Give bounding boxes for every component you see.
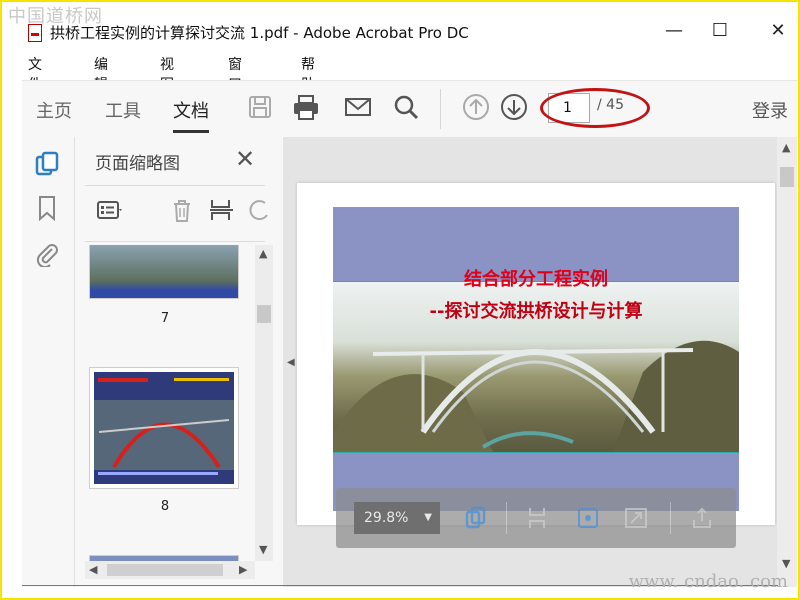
scroll-down-icon[interactable]: ▼ xyxy=(259,543,267,556)
scroll-up-icon[interactable]: ▲ xyxy=(782,141,790,154)
panel-divider-2 xyxy=(85,241,265,242)
maximize-button[interactable]: ☐ xyxy=(700,18,740,44)
panel-close-button[interactable]: ✕ xyxy=(235,145,255,173)
zoom-select[interactable]: 29.8% ▼ xyxy=(354,502,440,534)
search-icon[interactable] xyxy=(392,93,420,121)
pdf-page: 结合部分工程实例 --探讨交流拱桥设计与计算 xyxy=(297,183,775,525)
floating-toolbar: 29.8% ▼ xyxy=(336,488,736,548)
login-button[interactable]: 登录 xyxy=(752,97,788,123)
fit-page-icon[interactable] xyxy=(576,506,600,530)
scrollbar-thumb[interactable] xyxy=(780,167,794,187)
tab-tools[interactable]: 工具 xyxy=(105,97,141,123)
page-thumbnail[interactable] xyxy=(89,367,239,489)
document-vertical-scrollbar[interactable]: ▲ ▼ xyxy=(777,137,797,587)
thumbnail-options-icon[interactable] xyxy=(97,197,123,223)
select-tool-icon[interactable] xyxy=(464,506,488,530)
scroll-mode-icon[interactable] xyxy=(526,506,550,530)
scroll-down-icon[interactable]: ▼ xyxy=(782,557,790,570)
thumbnail-vertical-scrollbar[interactable]: ▲ ▼ xyxy=(255,245,273,561)
chevron-down-icon: ▼ xyxy=(424,512,432,523)
insert-page-icon[interactable] xyxy=(209,197,235,223)
rotate-page-icon[interactable] xyxy=(247,197,273,223)
window-title: 拱桥工程实例的计算探讨交流 1.pdf - Adobe Acrobat Pro … xyxy=(50,24,469,42)
toolbar-separator xyxy=(506,502,507,534)
slide-subtitle: --探讨交流拱桥设计与计算 xyxy=(429,301,643,322)
bookmark-icon[interactable] xyxy=(34,195,60,221)
thumbnail-image xyxy=(94,372,234,484)
title-bar: 拱桥工程实例的计算探讨交流 1.pdf - Adobe Acrobat Pro … xyxy=(2,2,798,48)
close-button[interactable]: ✕ xyxy=(758,18,798,44)
print-icon[interactable] xyxy=(292,93,320,121)
toolbar-separator xyxy=(670,502,671,534)
page-down-icon[interactable] xyxy=(500,93,528,121)
page-thumbnail-label: 8 xyxy=(160,499,170,514)
scrollbar-thumb[interactable] xyxy=(107,564,223,576)
tab-home[interactable]: 主页 xyxy=(36,97,72,123)
panel-divider xyxy=(85,185,265,186)
slide-title: 结合部分工程实例 xyxy=(464,269,608,290)
attachment-icon[interactable] xyxy=(34,241,60,267)
app-window: 中国道桥网 拱桥工程实例的计算探讨交流 1.pdf - Adobe Acroba… xyxy=(0,0,800,600)
zoom-value: 29.8% xyxy=(364,510,409,526)
thumbnail-list: 7 8 xyxy=(75,245,255,565)
page-thumbnail[interactable] xyxy=(89,245,239,299)
page-thumbnail-label: 7 xyxy=(160,311,170,326)
save-icon[interactable] xyxy=(246,93,274,121)
tab-document[interactable]: 文档 xyxy=(173,97,209,133)
left-navigation-bar xyxy=(22,137,74,587)
scroll-right-icon[interactable]: ▶ xyxy=(239,563,247,576)
email-icon[interactable] xyxy=(344,93,372,121)
share-icon[interactable] xyxy=(690,506,714,530)
scrollbar-thumb[interactable] xyxy=(257,305,271,323)
page-up-icon[interactable] xyxy=(462,93,490,121)
watermark-bottom: www. cndao. com xyxy=(628,571,788,592)
scroll-up-icon[interactable]: ▲ xyxy=(259,247,267,260)
scroll-left-icon[interactable]: ◀ xyxy=(89,563,97,576)
toolbar-separator xyxy=(440,89,441,129)
page-thumbnails-icon[interactable] xyxy=(34,151,60,177)
thumbnail-horizontal-scrollbar[interactable]: ◀ ▶ xyxy=(85,561,255,579)
full-screen-icon[interactable] xyxy=(624,506,648,530)
minimize-button[interactable]: — xyxy=(654,18,694,44)
slide-content: 结合部分工程实例 --探讨交流拱桥设计与计算 xyxy=(333,207,739,511)
delete-page-icon[interactable] xyxy=(169,197,195,223)
highlight-ellipse xyxy=(540,88,650,128)
main-toolbar: 主页 工具 文档 1 / 45 登录 xyxy=(22,80,798,137)
pdf-file-icon xyxy=(28,24,42,42)
collapse-panel-icon[interactable]: ◀ xyxy=(287,357,295,368)
panel-title: 页面缩略图 xyxy=(95,154,180,174)
thumbnails-panel: 页面缩略图 ✕ 7 8 ▲ ▼ ◀ ▶ xyxy=(74,137,284,587)
